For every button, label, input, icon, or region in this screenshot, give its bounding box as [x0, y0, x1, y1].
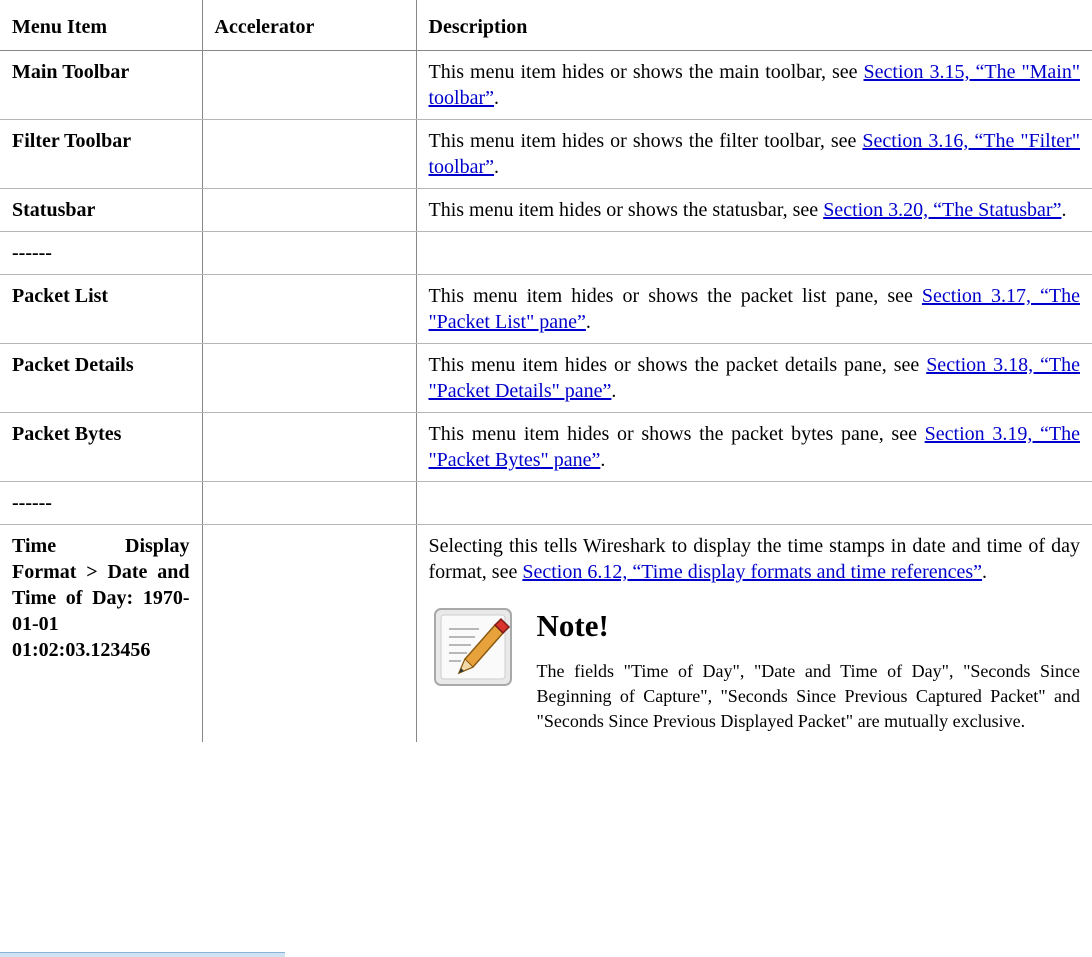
menu-item-name: Packet Bytes: [0, 412, 202, 482]
time-format-description: Selecting this tells Wireshark to displa…: [429, 533, 1081, 585]
header-description: Description: [415, 0, 1092, 51]
menu-separator: ------: [0, 231, 202, 275]
menu-item-description: Selecting this tells Wireshark to displa…: [415, 524, 1092, 742]
menu-item-accelerator: [201, 119, 416, 189]
table-row: Packet Bytes This menu item hides or sho…: [0, 412, 1092, 482]
table-row: Packet Details This menu item hides or s…: [0, 343, 1092, 413]
description-text: .: [494, 87, 500, 109]
menu-item-name: Time Display Format > Date and Time of D…: [12, 535, 190, 661]
menu-item-name: Packet Details: [0, 343, 202, 413]
menu-item-description: [415, 231, 1092, 275]
description-text: .: [600, 449, 606, 471]
menu-item-description: This menu item hides or shows the packet…: [415, 274, 1092, 344]
pencil-note-icon: [433, 608, 512, 686]
description-text: .: [1061, 199, 1067, 221]
section-link[interactable]: Section 6.12, “Time display formats and …: [522, 561, 982, 583]
menu-item-accelerator: [201, 50, 416, 120]
menu-item-accelerator: [201, 481, 416, 525]
separator-row: ------: [0, 231, 1092, 275]
section-link[interactable]: Section 3.20, “The Statusbar”: [823, 199, 1061, 221]
header-menu-item: Menu Item: [0, 0, 202, 51]
table-row: Statusbar This menu item hides or shows …: [0, 188, 1092, 232]
menu-item-accelerator: [201, 188, 416, 232]
menu-item-description: [415, 481, 1092, 525]
description-text: This menu item hides or shows the main t…: [428, 61, 864, 83]
table-row: Filter Toolbar This menu item hides or s…: [0, 119, 1092, 189]
menu-item-accelerator: [201, 412, 416, 482]
menu-item-name: Packet List: [0, 274, 202, 344]
note-text: The fields "Time of Day", "Date and Time…: [536, 661, 1081, 731]
table-row: Main Toolbar This menu item hides or sho…: [0, 50, 1092, 120]
view-menu-table: Menu Item Accelerator Description Main T…: [0, 0, 1092, 742]
note-title: Note!: [536, 608, 609, 643]
separator-row: ------: [0, 481, 1092, 525]
header-accelerator: Accelerator: [201, 0, 416, 51]
description-text: This menu item hides or shows the packet…: [428, 354, 927, 376]
description-text: .: [611, 380, 617, 402]
table-row: Time Display Format > Date and Time of D…: [0, 524, 1092, 742]
menu-item-accelerator: [201, 524, 416, 742]
window-frame-strip: [0, 952, 285, 957]
menu-item-name: Statusbar: [0, 188, 202, 232]
description-text: This menu item hides or shows the packet…: [428, 423, 925, 445]
description-text: .: [982, 561, 988, 583]
description-text: This menu item hides or shows the status…: [428, 199, 824, 221]
table-row: Packet List This menu item hides or show…: [0, 274, 1092, 344]
note-box: Note! The fields "Time of Day", "Date an…: [429, 607, 1081, 734]
menu-separator: ------: [0, 481, 202, 525]
description-text: .: [585, 311, 591, 333]
menu-item-description: This menu item hides or shows the main t…: [415, 50, 1092, 120]
menu-item-description: This menu item hides or shows the filter…: [415, 119, 1092, 189]
description-text: This menu item hides or shows the filter…: [428, 130, 863, 152]
menu-item-description: This menu item hides or shows the packet…: [415, 412, 1092, 482]
menu-item-accelerator: [201, 231, 416, 275]
menu-item-description: This menu item hides or shows the packet…: [415, 343, 1092, 413]
menu-item-accelerator: [201, 274, 416, 344]
note-content: Note! The fields "Time of Day", "Date an…: [537, 607, 1081, 734]
menu-item-name: Filter Toolbar: [0, 119, 202, 189]
menu-item-accelerator: [201, 343, 416, 413]
menu-item-name: Main Toolbar: [0, 50, 202, 120]
table-header-row: Menu Item Accelerator Description: [0, 0, 1092, 51]
description-text: .: [494, 156, 500, 178]
description-text: This menu item hides or shows the packet…: [428, 285, 922, 307]
menu-item-description: This menu item hides or shows the status…: [415, 188, 1092, 232]
